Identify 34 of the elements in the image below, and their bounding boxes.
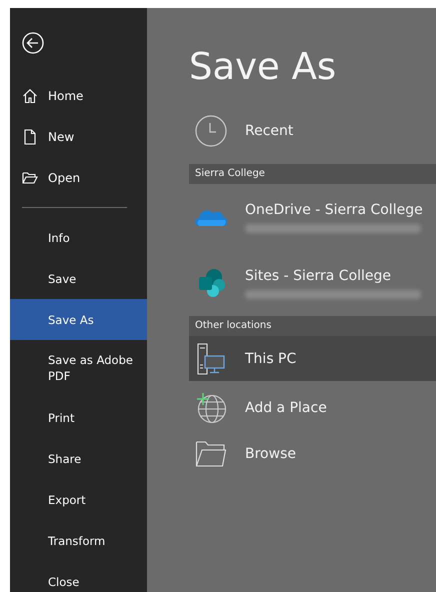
menu-item[interactable]: Open: [10, 157, 147, 198]
clock-icon: [195, 115, 227, 147]
location-name: Sites - Sierra College: [245, 268, 392, 284]
page-title: Save As: [189, 44, 338, 90]
home-icon: [22, 88, 38, 104]
location-name: This PC: [245, 350, 296, 366]
back-icon[interactable]: [22, 32, 44, 54]
location-item[interactable]: OneDrive - Sierra College: [189, 184, 436, 250]
document-icon: [22, 128, 38, 144]
menu-item[interactable]: Info: [10, 217, 147, 258]
location-item[interactable]: This PC: [189, 336, 436, 381]
location-name: Add a Place: [245, 400, 327, 416]
folder-icon: [195, 440, 227, 468]
menu-item[interactable]: New: [10, 116, 147, 157]
section-header: Sierra College: [189, 164, 436, 184]
menu-item[interactable]: Transform: [10, 520, 147, 561]
menu-item[interactable]: Share: [10, 438, 147, 479]
menu-item[interactable]: Print: [10, 397, 147, 438]
globe-plus-icon: [195, 392, 227, 424]
location-item[interactable]: Recent: [189, 108, 436, 154]
menu-item[interactable]: Close: [10, 561, 147, 592]
location-item[interactable]: Browse: [189, 431, 436, 477]
menu-item[interactable]: Save: [10, 258, 147, 299]
menu-item[interactable]: Export: [10, 479, 147, 520]
location-name: Browse: [245, 446, 296, 462]
location-name: OneDrive - Sierra College: [245, 202, 423, 218]
computer-icon: [195, 342, 227, 374]
location-item[interactable]: Add a Place: [189, 385, 436, 431]
menu-item[interactable]: Home: [10, 75, 147, 116]
menu-item[interactable]: Save as Adobe PDF: [10, 340, 147, 397]
section-header: Other locations: [189, 316, 436, 336]
menu-item[interactable]: Save As: [10, 299, 147, 340]
folder-icon: [22, 170, 38, 186]
location-item[interactable]: Sites - Sierra College: [189, 250, 436, 316]
